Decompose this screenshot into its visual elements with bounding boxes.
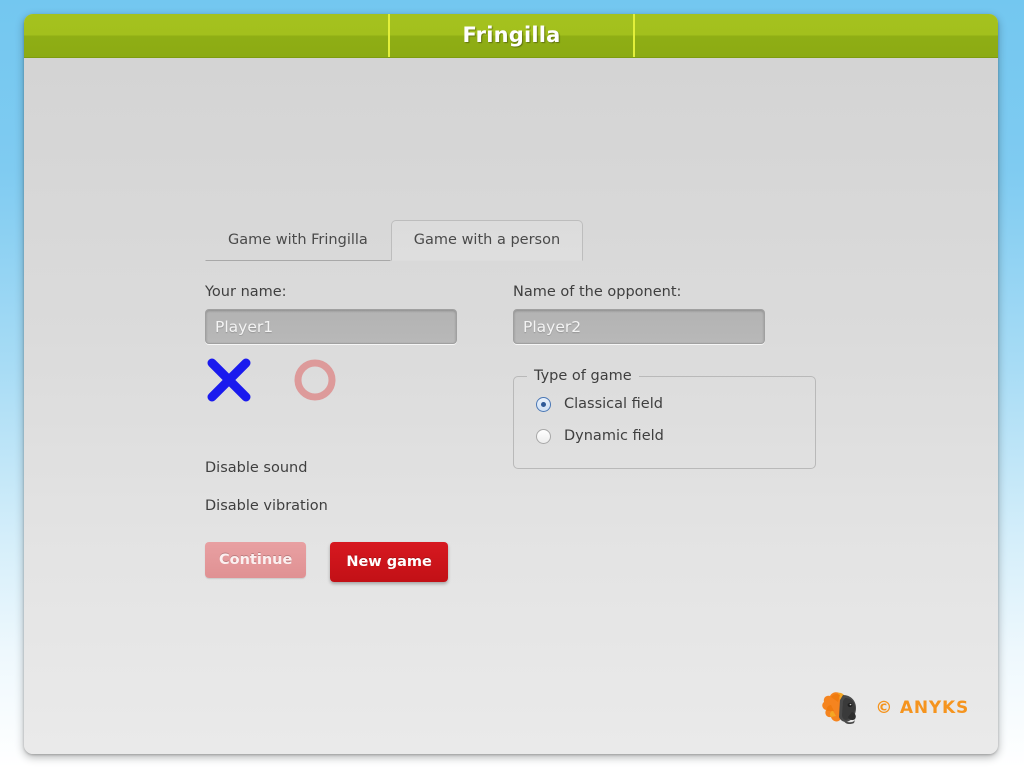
your-name-input[interactable]: [205, 309, 457, 344]
opponent-settings-column: Name of the opponent: Type of game Class…: [513, 284, 818, 469]
player-settings-column: Your name: Disable sound Disable vibrati…: [205, 284, 485, 582]
radio-dynamic-field-label: Dynamic field: [564, 428, 664, 444]
radio-row-classical-field[interactable]: Classical field: [514, 388, 815, 420]
brand-footer: © ANYKS: [821, 690, 969, 726]
content-area: Game with Fringilla Game with a person Y…: [24, 58, 998, 754]
mark-chooser: [205, 356, 339, 404]
tab-game-with-fringilla-label: Game with Fringilla: [228, 232, 368, 248]
disable-vibration-label: Disable vibration: [205, 498, 328, 514]
app-window: Fringilla Game with Fringilla Game with …: [24, 14, 998, 754]
title-bar: Fringilla: [24, 14, 998, 58]
tab-game-with-fringilla[interactable]: Game with Fringilla: [205, 220, 391, 261]
radio-classical-field-label: Classical field: [564, 396, 663, 412]
lion-head-icon: [822, 692, 857, 725]
radio-row-dynamic-field[interactable]: Dynamic field: [514, 420, 815, 452]
circle-mark-icon[interactable]: [291, 356, 339, 404]
disable-sound-label: Disable sound: [205, 460, 308, 476]
app-title: Fringilla: [462, 23, 561, 47]
radio-dynamic-field-icon[interactable]: [536, 428, 551, 444]
your-name-label: Your name:: [205, 284, 287, 300]
brand-text: © ANYKS: [875, 698, 969, 718]
disable-sound-toggle[interactable]: Disable sound: [205, 460, 307, 476]
tab-game-with-a-person[interactable]: Game with a person: [390, 220, 584, 261]
continue-button[interactable]: Continue: [205, 542, 307, 578]
disable-vibration-toggle[interactable]: Disable vibration: [205, 498, 328, 514]
radio-classical-field-icon[interactable]: [536, 396, 551, 412]
tab-bar: Game with Fringilla Game with a person: [205, 220, 584, 261]
action-button-row: Continue New game: [205, 542, 448, 582]
new-game-button[interactable]: New game: [330, 542, 448, 582]
cross-mark-icon[interactable]: [205, 356, 253, 404]
tab-game-with-a-person-label: Game with a person: [413, 232, 561, 248]
game-type-legend: Type of game: [534, 368, 632, 384]
opponent-name-label: Name of the opponent:: [513, 284, 682, 300]
opponent-name-input[interactable]: [513, 309, 765, 344]
game-type-fieldset: Type of game Classical field Dynamic fie…: [513, 368, 816, 469]
